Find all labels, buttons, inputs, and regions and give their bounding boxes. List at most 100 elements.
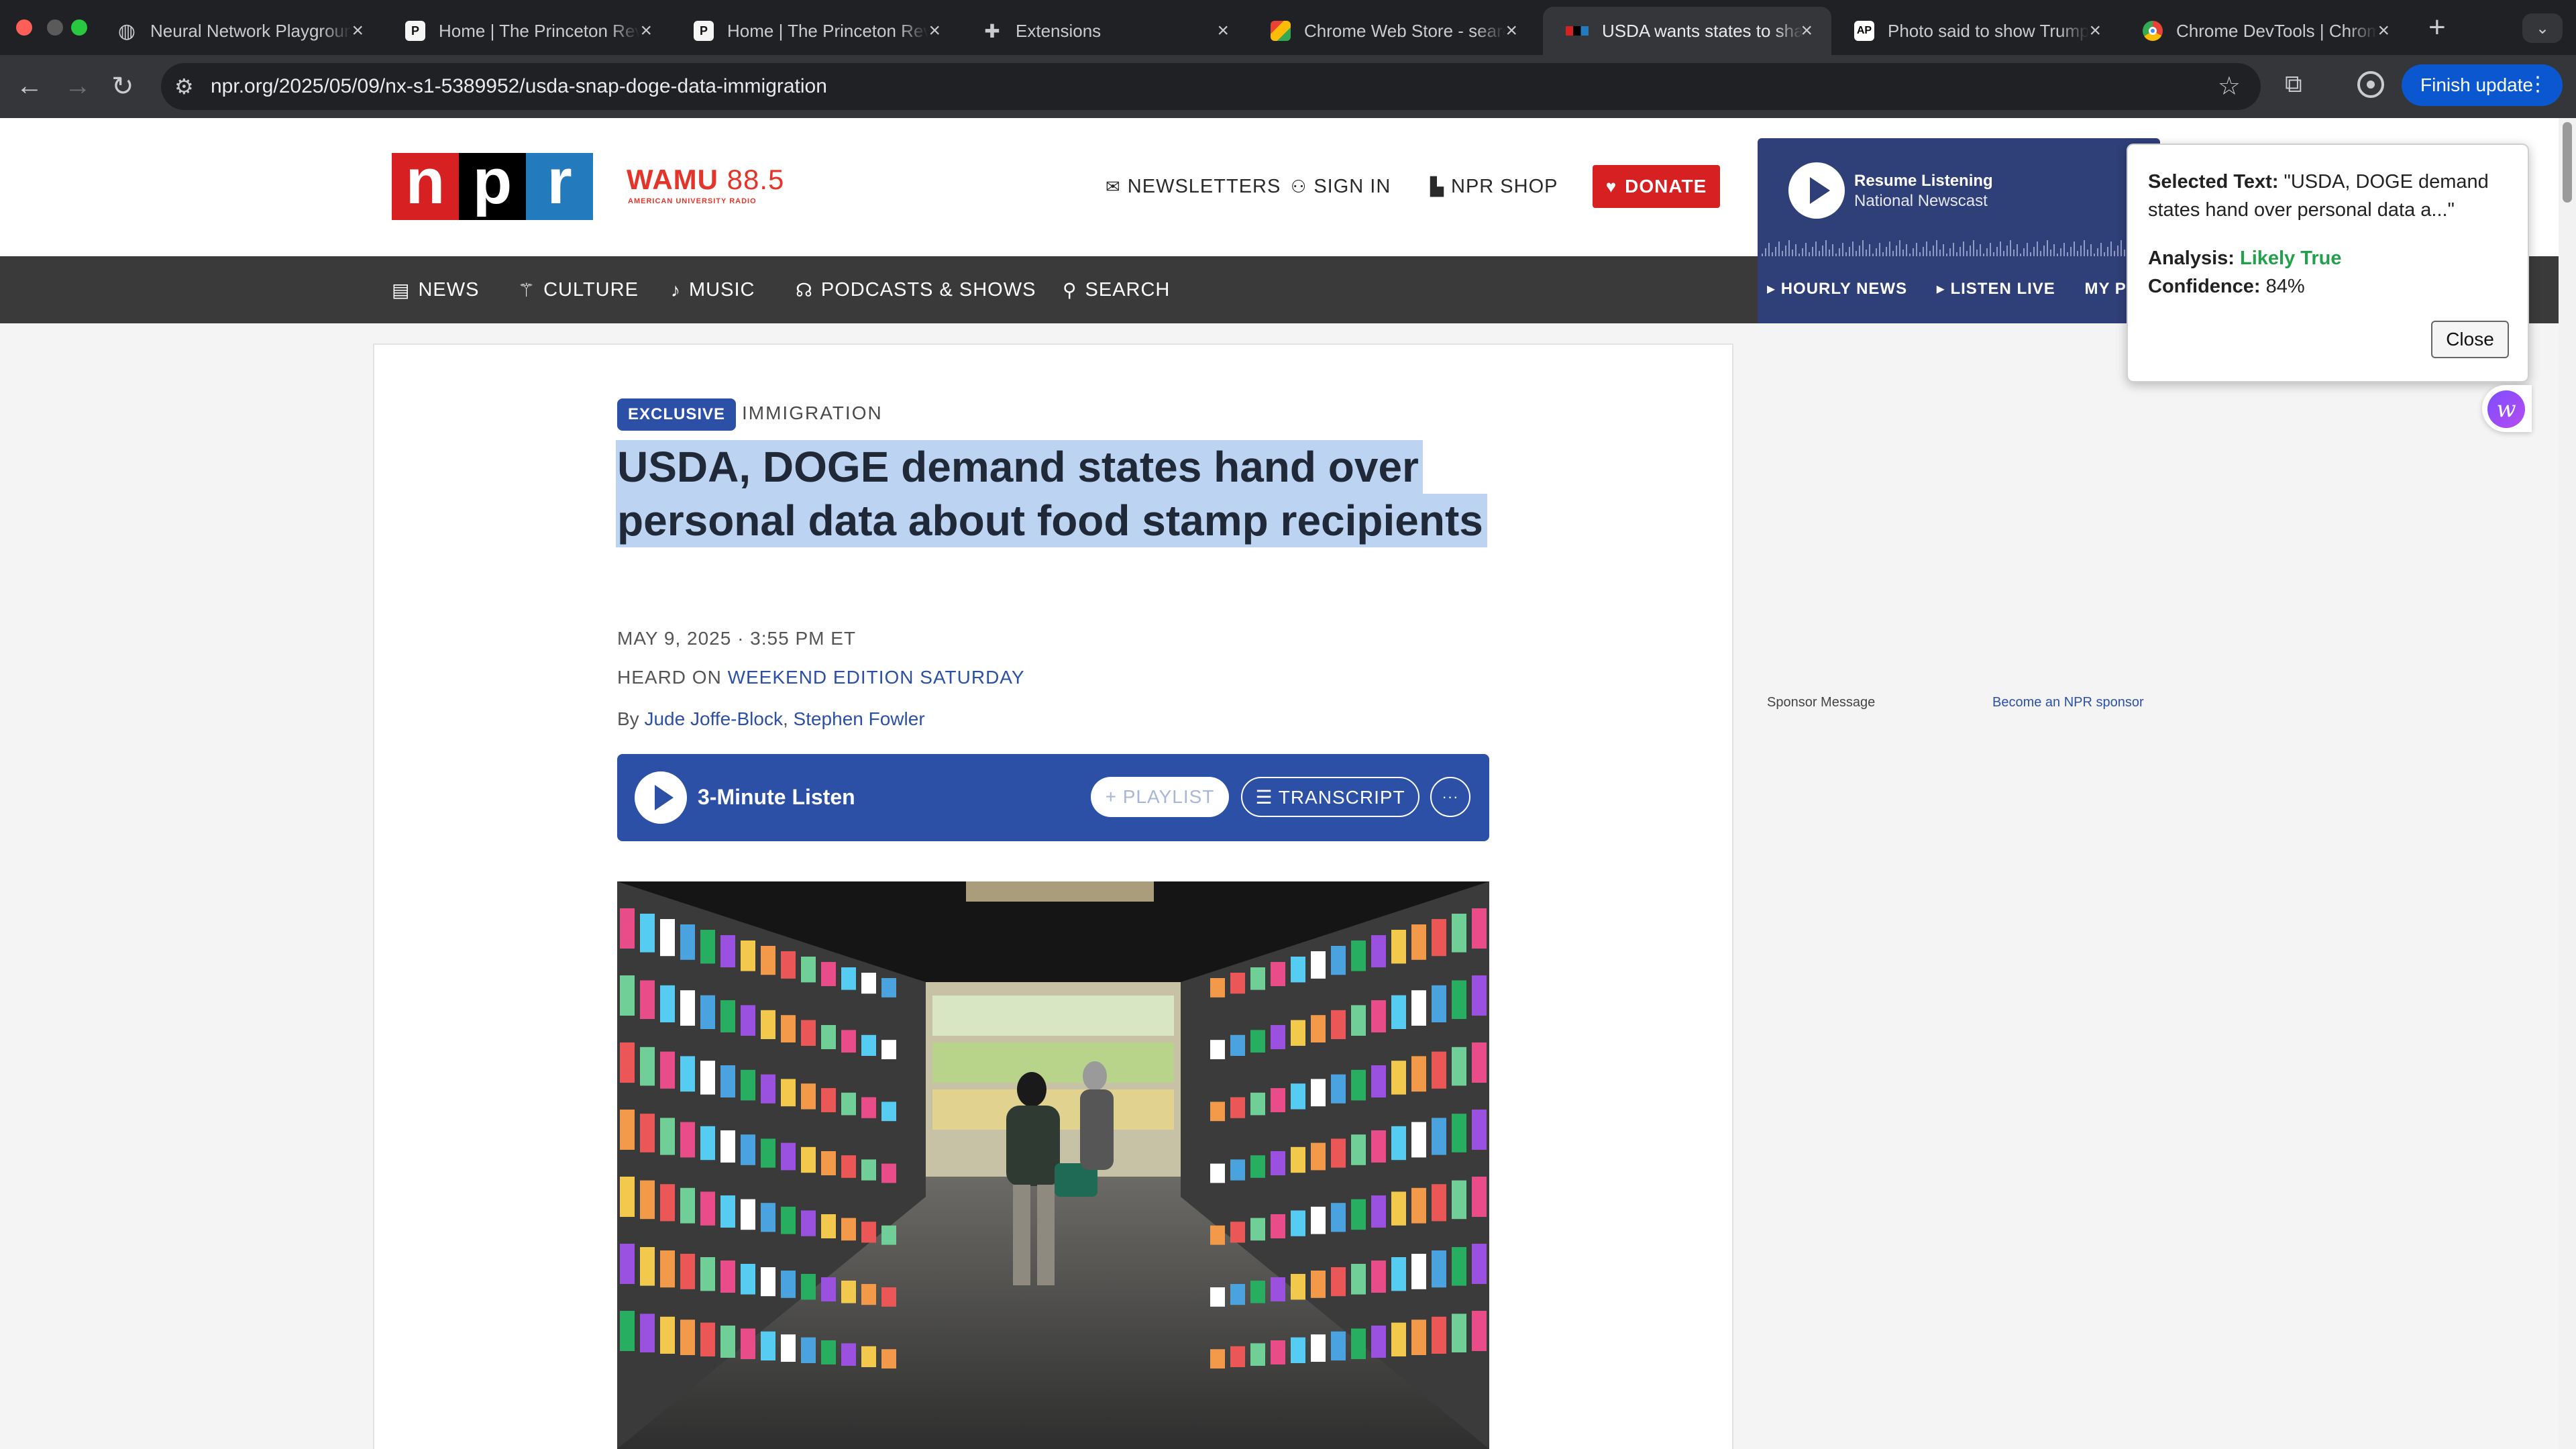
show-link[interactable]: WEEKEND EDITION SATURDAY <box>728 667 1025 688</box>
tab-strip: ◍ Neural Network Playground × P Home | T… <box>0 0 2576 55</box>
player-waveform <box>1762 240 2155 256</box>
browser-toolbar: ← → ↻ ⚙ npr.org/2025/05/09/nx-s1-5389952… <box>0 55 2576 118</box>
hourly-news-link[interactable]: ▸ HOURLY NEWS <box>1767 280 1907 298</box>
exclusive-badge: EXCLUSIVE <box>617 398 737 431</box>
chrome-icon <box>2143 21 2163 41</box>
princeton-review-icon: P <box>405 21 425 41</box>
article-date: MAY 9, 2025 · 3:55 PM ET <box>617 628 857 649</box>
become-sponsor-link[interactable]: Become an NPR sponsor <box>1992 695 2144 710</box>
byline: By Jude Joffe-Block, Stephen Fowler <box>617 708 925 729</box>
tab-princeton-review-2[interactable]: P Home | The Princeton Review × <box>671 7 959 55</box>
more-options-button[interactable]: ··· <box>1430 777 1470 817</box>
confidence-value: 84% <box>2265 276 2305 297</box>
bookmark-star-icon[interactable]: ☆ <box>2218 71 2241 101</box>
sign-in-link[interactable]: ⚇ SIGN IN <box>1291 176 1391 198</box>
npr-shop-link[interactable]: ▙ NPR SHOP <box>1430 176 1558 198</box>
close-tab-icon[interactable]: × <box>928 19 941 42</box>
close-tab-icon[interactable]: × <box>352 19 364 42</box>
station-logo[interactable]: WAMU 88.5 <box>627 164 784 196</box>
user-icon: ⚇ <box>1291 176 1307 197</box>
sponsor-message-label: Sponsor Message <box>1767 695 1876 710</box>
tab-neural-network-playground[interactable]: ◍ Neural Network Playground × <box>94 7 382 55</box>
window-close-button[interactable] <box>16 19 32 36</box>
station-subtitle: AMERICAN UNIVERSITY RADIO <box>628 197 757 205</box>
page-scrollbar[interactable] <box>2559 118 2576 1449</box>
article-photo-grocery-aisle <box>617 881 1489 1449</box>
audio-player-bar: 3-Minute Listen + PLAYLIST ☰ TRANSCRIPT … <box>617 754 1489 841</box>
close-tab-icon[interactable]: × <box>640 19 652 42</box>
close-tab-icon[interactable]: × <box>1217 19 1229 42</box>
tab-npr-usda[interactable]: USDA wants states to share × <box>1543 7 1831 55</box>
ap-icon: AP <box>1854 21 1874 41</box>
newsletters-link[interactable]: ✉ NEWSLETTERS <box>1106 176 1281 198</box>
close-tab-icon[interactable]: × <box>1505 19 1517 42</box>
envelope-icon: ✉ <box>1106 176 1121 197</box>
browser-menu-icon[interactable]: ⋮ <box>2528 72 2548 96</box>
tab-extensions[interactable]: ✚ Extensions × <box>959 7 1248 55</box>
close-tab-icon[interactable]: × <box>1801 19 1813 42</box>
close-tab-icon[interactable]: × <box>2377 19 2390 42</box>
confidence-line: Confidence: 84% <box>2148 276 2305 297</box>
nav-news[interactable]: ▤ NEWS <box>392 279 479 301</box>
dancer-icon: ⚚ <box>518 280 536 301</box>
listen-live-link[interactable]: ▸ LISTEN LIVE <box>1937 280 2055 298</box>
extensions-puzzle-icon[interactable]: ⧉ <box>2285 70 2302 99</box>
finish-update-button[interactable]: Finish update ⋮ <box>2402 64 2563 106</box>
author-link[interactable]: Stephen Fowler <box>794 708 925 729</box>
tab-ap-photo[interactable]: AP Photo said to show Trump × <box>1831 7 2120 55</box>
chevron-down-icon: ⌄ <box>2535 19 2550 38</box>
puzzle-icon: ✚ <box>984 20 1000 42</box>
site-settings-icon[interactable]: ⚙ <box>174 74 194 99</box>
npr-logo-r: r <box>526 150 593 220</box>
web-store-icon <box>1271 21 1291 41</box>
donate-button[interactable]: ♥ DONATE <box>1593 165 1720 208</box>
listen-play-button[interactable] <box>635 771 687 824</box>
nav-podcasts-shows[interactable]: ☊ PODCASTS & SHOWS <box>796 279 1036 301</box>
reload-button[interactable]: ↻ <box>111 71 134 102</box>
npr-logo-p: p <box>459 150 526 220</box>
tab-princeton-review-1[interactable]: P Home | The Princeton Review × <box>382 7 671 55</box>
tab-chrome-devtools[interactable]: Chrome DevTools | Chrome × <box>2120 7 2408 55</box>
music-note-icon: ♪ <box>671 279 681 301</box>
nav-culture[interactable]: ⚚ CULTURE <box>518 279 639 301</box>
heard-on: HEARD ON WEEKEND EDITION SATURDAY <box>617 667 1025 688</box>
globe-icon: ◍ <box>117 19 136 42</box>
address-bar[interactable]: ⚙ npr.org/2025/05/09/nx-s1-5389952/usda-… <box>161 63 2261 110</box>
section-slug[interactable]: IMMIGRATION <box>742 402 883 424</box>
player-links: ▸ HOURLY NEWS ▸ LISTEN LIVE MY PLAYLIST <box>1767 279 2160 299</box>
nav-search[interactable]: ⚲ SEARCH <box>1063 279 1170 301</box>
popup-close-button[interactable]: Close <box>2431 321 2509 358</box>
npr-logo-n: n <box>392 150 459 220</box>
close-tab-icon[interactable]: × <box>2089 19 2101 42</box>
selected-text-line: Selected Text: "USDA, DOGE demand states… <box>2148 171 2489 221</box>
player-play-button[interactable] <box>1788 162 1845 219</box>
scrollbar-thumb[interactable] <box>2563 122 2572 203</box>
profile-avatar[interactable] <box>2357 71 2384 98</box>
analysis-line: Analysis: Likely True <box>2148 248 2342 269</box>
url-text[interactable]: npr.org/2025/05/09/nx-s1-5389952/usda-sn… <box>211 75 827 98</box>
npr-favicon-icon <box>1566 26 1589 36</box>
transcript-button[interactable]: ☰ TRANSCRIPT <box>1241 777 1419 817</box>
player-subtitle: National Newscast <box>1854 192 1988 210</box>
tab-search-button[interactable]: ⌄ <box>2522 13 2563 43</box>
heart-icon: ♥ <box>1605 176 1617 197</box>
selected-headline-text: USDA, DOGE demand states hand over perso… <box>616 440 1487 547</box>
window-zoom-button[interactable] <box>71 19 87 36</box>
window-minimize-button[interactable] <box>47 19 63 36</box>
forward-button[interactable]: → <box>64 71 91 101</box>
player-title: Resume Listening <box>1854 172 1993 190</box>
back-button[interactable]: ← <box>16 71 43 101</box>
add-to-playlist-button[interactable]: + PLAYLIST <box>1091 777 1229 817</box>
princeton-review-icon: P <box>694 21 714 41</box>
extension-logo-icon: w <box>2487 390 2525 428</box>
newspaper-icon: ▤ <box>392 280 411 301</box>
new-tab-button[interactable]: + <box>2428 11 2446 44</box>
author-link[interactable]: Jude Joffe-Block <box>644 708 783 729</box>
shopping-bag-icon: ▙ <box>1430 176 1444 197</box>
extension-floating-button[interactable]: w <box>2482 385 2532 432</box>
search-icon: ⚲ <box>1063 280 1077 301</box>
article-headline: USDA, DOGE demand states hand over perso… <box>616 440 1488 547</box>
npr-logo[interactable]: n p r <box>392 150 593 220</box>
tab-chrome-web-store[interactable]: Chrome Web Store - search × <box>1248 7 1536 55</box>
nav-music[interactable]: ♪ MUSIC <box>671 279 755 301</box>
